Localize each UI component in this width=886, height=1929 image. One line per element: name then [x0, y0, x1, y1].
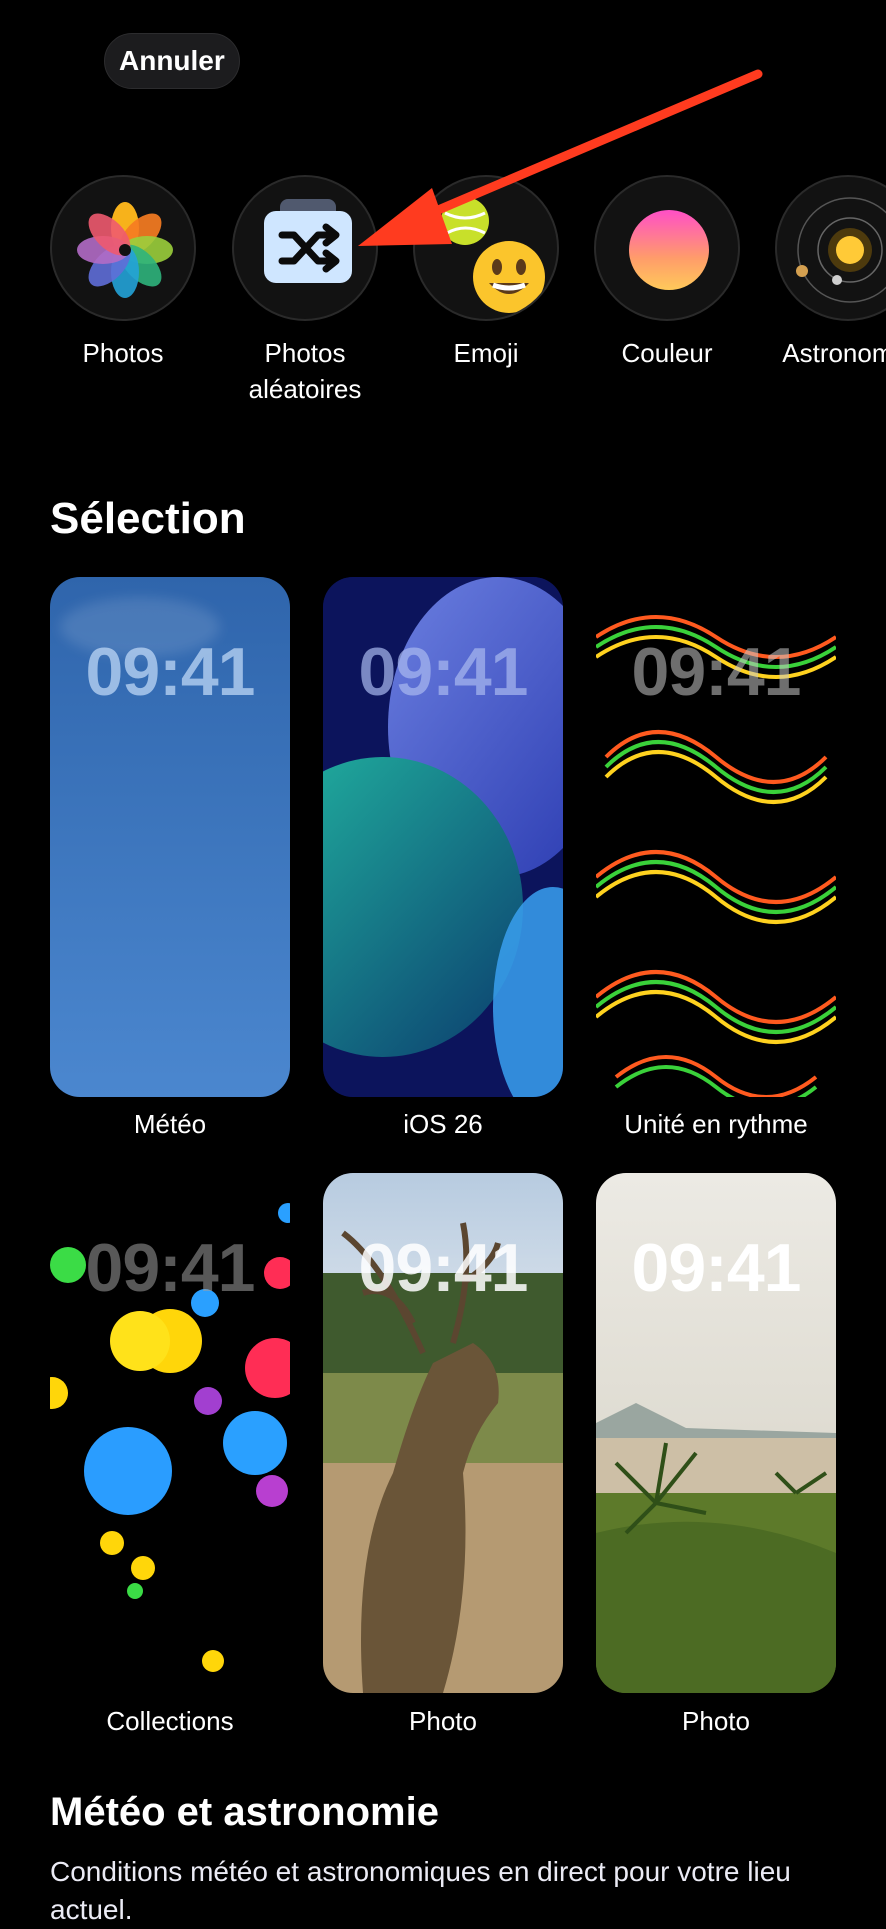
section-title-selection: Sélection	[50, 494, 246, 543]
type-photos[interactable]: Photos	[33, 175, 213, 371]
clock-time: 09:41	[85, 634, 256, 710]
card-label: Météo	[133, 1109, 207, 1139]
section-description: Conditions météo et astronomiques en dir…	[50, 1856, 791, 1925]
type-photos-shuffle[interactable]: Photos aléatoires	[215, 175, 395, 407]
card-label: Unité en rythme	[624, 1109, 808, 1139]
wallpaper-card-ios[interactable]: 09:41	[323, 577, 563, 1097]
clock-time: 09:41	[631, 634, 802, 710]
wallpaper-card-photo-deer[interactable]: 09:41	[323, 1173, 563, 1693]
wallpaper-card-photo-beach[interactable]: 09:41	[596, 1173, 836, 1693]
section-title-weather-astronomy: Météo et astronomie	[50, 1790, 439, 1834]
card-label: Photo	[682, 1706, 750, 1736]
card-label: iOS 26	[403, 1109, 483, 1139]
clock-time: 09:41	[358, 1230, 529, 1306]
shuffle-icon	[232, 175, 378, 321]
type-label: Emoji	[453, 338, 519, 368]
wallpaper-card-collections[interactable]: 09:41	[50, 1173, 290, 1693]
emoji-icon	[413, 175, 559, 321]
card-label: Photo	[409, 1706, 477, 1736]
type-label: Photos	[82, 338, 164, 368]
clock-time: 09:41	[358, 634, 529, 710]
type-emoji[interactable]: Emoji	[396, 175, 576, 371]
wallpaper-type-carousel: Photos Photos aléatoires Emoji Couleur A…	[0, 175, 886, 415]
cancel-button[interactable]: Annuler	[104, 33, 240, 89]
astronomy-icon	[775, 175, 886, 321]
type-label: Couleur	[621, 338, 713, 368]
wallpaper-card-rhythm[interactable]: 09:41	[596, 577, 836, 1097]
color-gradient-icon	[594, 175, 740, 321]
wallpaper-card-weather[interactable]: 09:41	[50, 577, 290, 1097]
card-label: Collections	[106, 1706, 234, 1736]
clock-time: 09:41	[85, 1230, 256, 1306]
type-label: Photos aléatoires	[248, 338, 362, 404]
type-color[interactable]: Couleur	[577, 175, 757, 371]
photos-flower-icon	[50, 175, 196, 321]
type-label: Astronomie	[782, 338, 886, 368]
clock-time: 09:41	[631, 1230, 802, 1306]
type-astronomy[interactable]: Astronomie	[758, 175, 886, 371]
